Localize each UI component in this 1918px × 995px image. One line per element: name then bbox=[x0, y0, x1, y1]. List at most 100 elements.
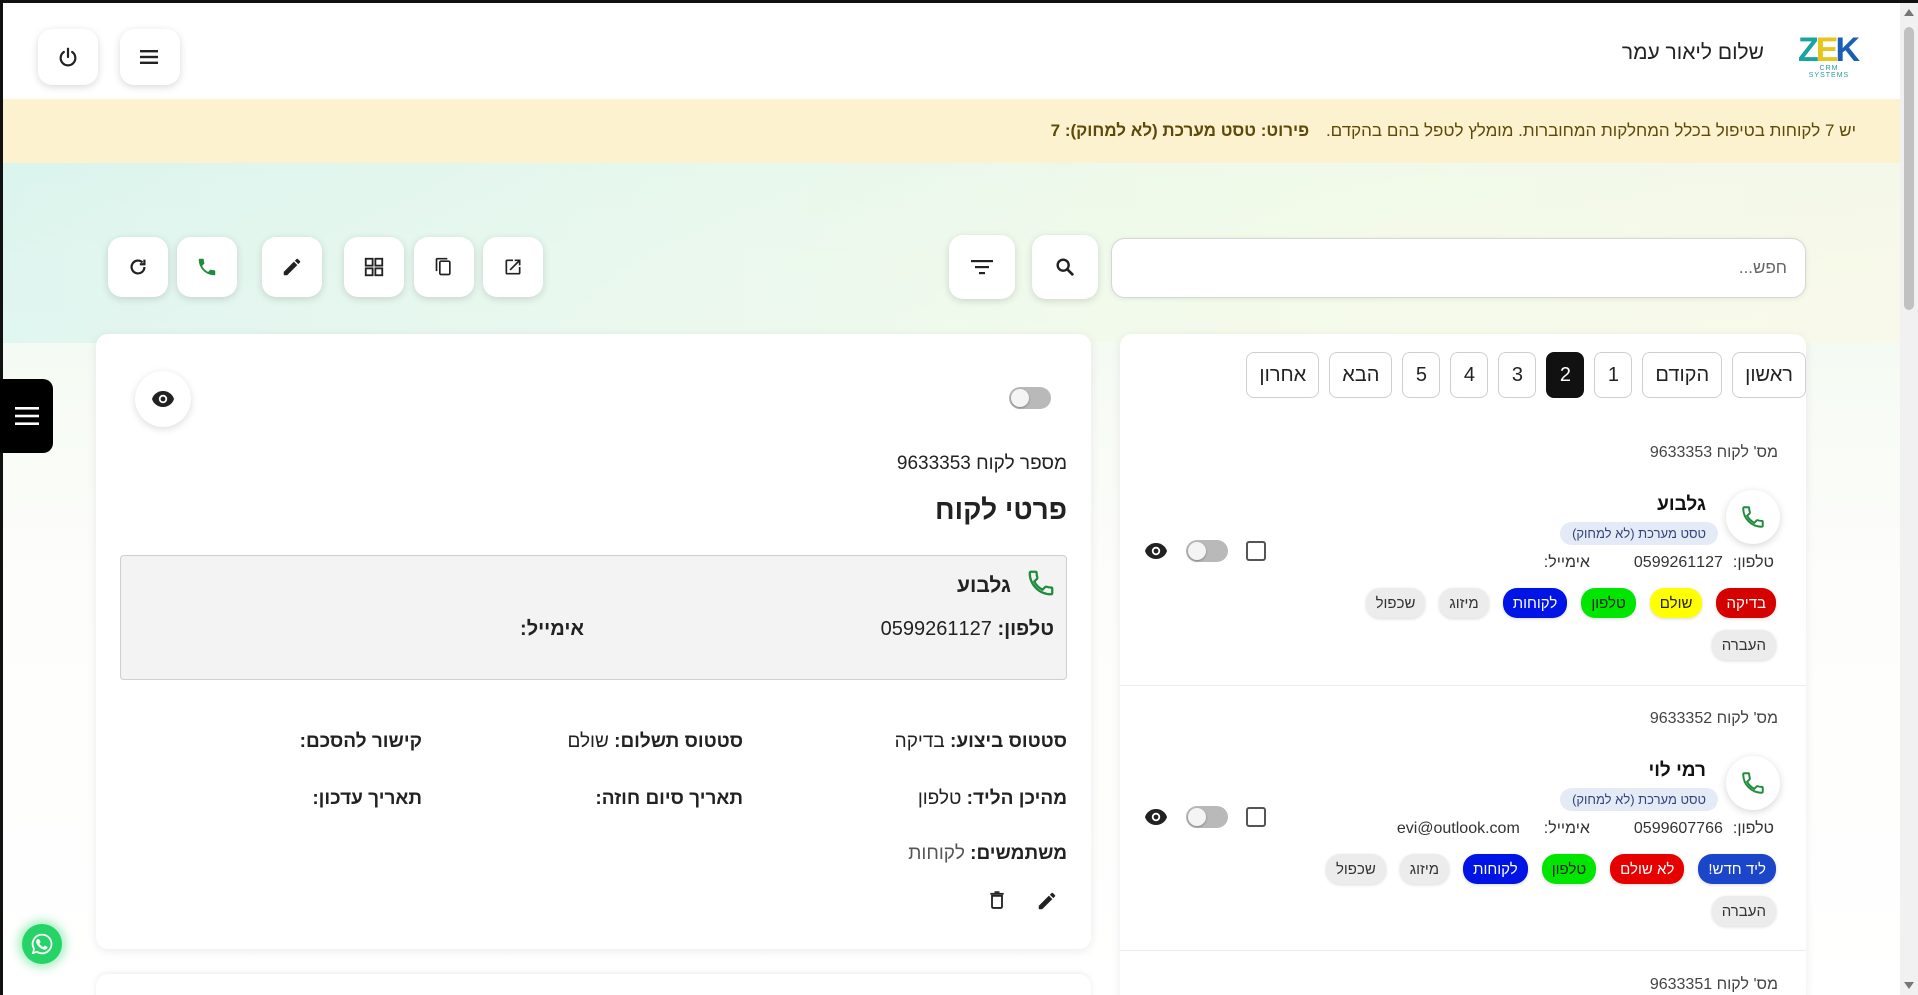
detail-phone-icon[interactable] bbox=[1026, 568, 1056, 603]
tag-pay-status[interactable]: שולם bbox=[1649, 588, 1703, 618]
detail-phone-row: טלפון: 0599261127 bbox=[880, 618, 1054, 640]
call-button[interactable] bbox=[177, 237, 237, 297]
detail-edit-button[interactable] bbox=[1036, 890, 1058, 917]
tag-users[interactable]: לקוחות bbox=[1463, 854, 1528, 884]
tag-lead-source[interactable]: טלפון bbox=[1541, 854, 1597, 884]
search-button[interactable] bbox=[1032, 235, 1098, 299]
customer-number: מס' לקוח 9633351 bbox=[1649, 976, 1778, 993]
department-badge: טסט מערכת (לא למחוק) bbox=[1560, 788, 1718, 811]
detail-delete-button[interactable] bbox=[987, 889, 1007, 916]
customer-name: גלבוע bbox=[1657, 494, 1706, 515]
detail-title: פרטי לקוח bbox=[935, 494, 1067, 525]
refresh-icon bbox=[130, 259, 146, 275]
copy-icon bbox=[435, 257, 451, 276]
search-input[interactable] bbox=[1111, 238, 1806, 298]
page-2-button[interactable]: 2 bbox=[1546, 352, 1585, 398]
eye-icon bbox=[152, 391, 174, 407]
customer-name: רמי לוי bbox=[1648, 760, 1706, 781]
copy-button[interactable] bbox=[414, 237, 474, 297]
customer-list-item[interactable]: מס' לקוח 9633353 גלבוע טסט מערכת (לא למח… bbox=[1120, 430, 1806, 680]
banner-message: יש 7 לקוחות בטיפול בכלל המחלקות המחוברות… bbox=[1325, 121, 1856, 140]
whatsapp-icon bbox=[31, 933, 53, 955]
customer-call-button[interactable] bbox=[1726, 490, 1780, 544]
merge-button[interactable]: מיזוג bbox=[1439, 588, 1489, 618]
grid-icon bbox=[364, 257, 384, 277]
page-prev-button[interactable]: הקודם bbox=[1642, 352, 1723, 398]
filter-icon bbox=[971, 260, 993, 275]
zek-logo[interactable]: ZEK CRM SYSTEMS bbox=[1798, 33, 1860, 79]
page-scrollbar[interactable] bbox=[1900, 3, 1918, 995]
open-external-button[interactable] bbox=[483, 237, 543, 297]
customer-list-item[interactable]: מס' לקוח 9633352 רמי לוי טסט מערכת (לא ל… bbox=[1120, 696, 1806, 946]
customer-checkbox[interactable] bbox=[1246, 541, 1266, 561]
next-card-edge bbox=[96, 974, 1091, 995]
customer-toggle[interactable] bbox=[1186, 540, 1228, 562]
customer-controls bbox=[1144, 806, 1266, 828]
eye-icon[interactable] bbox=[1144, 542, 1168, 560]
page-4-button[interactable]: 4 bbox=[1450, 352, 1489, 398]
customer-contact-line: טלפון:0599261127אימייל: bbox=[1543, 554, 1774, 571]
transfer-button[interactable]: העברה bbox=[1711, 896, 1776, 926]
merge-button[interactable]: מיזוג bbox=[1399, 854, 1450, 884]
customer-tags: ליד חדש! לא שולם טלפון לקוחות מיזוג שכפו… bbox=[1325, 854, 1776, 884]
detail-customer-number: מספר לקוח 9633353 bbox=[896, 453, 1067, 474]
page-next-button[interactable]: הבא bbox=[1329, 352, 1393, 398]
customer-tags: בדיקה שולם טלפון לקוחות מיזוג שכפול bbox=[1365, 588, 1776, 618]
transfer-button[interactable]: העברה bbox=[1711, 630, 1776, 660]
phone-icon bbox=[198, 258, 216, 276]
detail-lead-source: מהיכן הליד: טלפון bbox=[917, 788, 1067, 809]
duplicate-button[interactable]: שכפול bbox=[1365, 588, 1426, 618]
banner-detail: פירוט: טסט מערכת (לא למחוק): 7 bbox=[1050, 121, 1310, 140]
scrollbar-thumb[interactable] bbox=[1904, 27, 1914, 310]
page-1-button[interactable]: 1 bbox=[1594, 352, 1633, 398]
detail-update-date: תאריך עדכון: bbox=[312, 788, 422, 809]
tag-pay-status[interactable]: לא שולם bbox=[1610, 854, 1685, 884]
detail-contract-end: תאריך סיום חוזה: bbox=[595, 788, 743, 809]
phone-icon bbox=[1742, 506, 1764, 528]
user-greeting: שלום ליאור עמר bbox=[1621, 41, 1764, 64]
tag-users[interactable]: לקוחות bbox=[1502, 588, 1568, 618]
scroll-down-arrow-icon[interactable] bbox=[1904, 982, 1914, 989]
external-link-icon bbox=[505, 259, 521, 275]
customer-call-button[interactable] bbox=[1726, 756, 1780, 810]
detail-pay-status: סטטוס תשלום: שולם bbox=[567, 731, 743, 752]
pending-customers-banner: יש 7 לקוחות בטיפול בכלל המחלקות המחוברות… bbox=[3, 99, 1900, 163]
duplicate-button[interactable]: שכפול bbox=[1325, 854, 1386, 884]
department-badge: טסט מערכת (לא למחוק) bbox=[1560, 522, 1718, 545]
edit-button[interactable] bbox=[262, 237, 322, 297]
page-first-button[interactable]: ראשון bbox=[1732, 352, 1806, 398]
whatsapp-button[interactable] bbox=[22, 924, 62, 964]
eye-icon[interactable] bbox=[1144, 808, 1168, 826]
customer-contact-line: טלפון:0599607766אימייל:evi@outlook.com bbox=[1396, 820, 1774, 837]
filter-button[interactable] bbox=[949, 235, 1015, 299]
detail-users: משתמשים: לקוחות bbox=[908, 843, 1067, 864]
logout-button[interactable] bbox=[38, 29, 98, 85]
customer-toggle[interactable] bbox=[1186, 806, 1228, 828]
grid-view-button[interactable] bbox=[344, 237, 404, 297]
page-5-button[interactable]: 5 bbox=[1402, 352, 1441, 398]
detail-exec-status: סטטוס ביצוע: בדיקה bbox=[894, 731, 1067, 752]
menu-button[interactable] bbox=[120, 29, 180, 85]
pagination: ראשון הקודם 1 2 3 4 5 הבא אחרון bbox=[1246, 352, 1806, 400]
tag-exec-status[interactable]: בדיקה bbox=[1716, 588, 1776, 618]
refresh-button[interactable] bbox=[108, 237, 168, 297]
customer-checkbox[interactable] bbox=[1246, 807, 1266, 827]
detail-agreement-link: קישור להסכם: bbox=[299, 731, 422, 752]
page-last-button[interactable]: אחרון bbox=[1246, 352, 1320, 398]
tag-lead-source[interactable]: טלפון bbox=[1581, 588, 1636, 618]
power-icon bbox=[59, 47, 77, 67]
hamburger-icon bbox=[14, 407, 39, 425]
detail-customer-name: גלבוע bbox=[957, 574, 1011, 597]
view-detail-button[interactable] bbox=[135, 371, 191, 427]
phone-icon bbox=[1742, 772, 1764, 794]
customer-list-item[interactable]: מס' לקוח 9633351 bbox=[1120, 962, 1806, 995]
hamburger-icon bbox=[140, 50, 158, 64]
page-3-button[interactable]: 3 bbox=[1498, 352, 1537, 398]
customer-controls bbox=[1144, 540, 1266, 562]
list-divider bbox=[1120, 685, 1806, 686]
list-divider bbox=[1120, 950, 1806, 951]
detail-toggle[interactable] bbox=[1009, 387, 1051, 409]
tag-exec-status[interactable]: ליד חדש! bbox=[1698, 854, 1776, 884]
side-menu-toggle[interactable] bbox=[0, 379, 53, 453]
scroll-up-arrow-icon[interactable] bbox=[1904, 9, 1914, 16]
